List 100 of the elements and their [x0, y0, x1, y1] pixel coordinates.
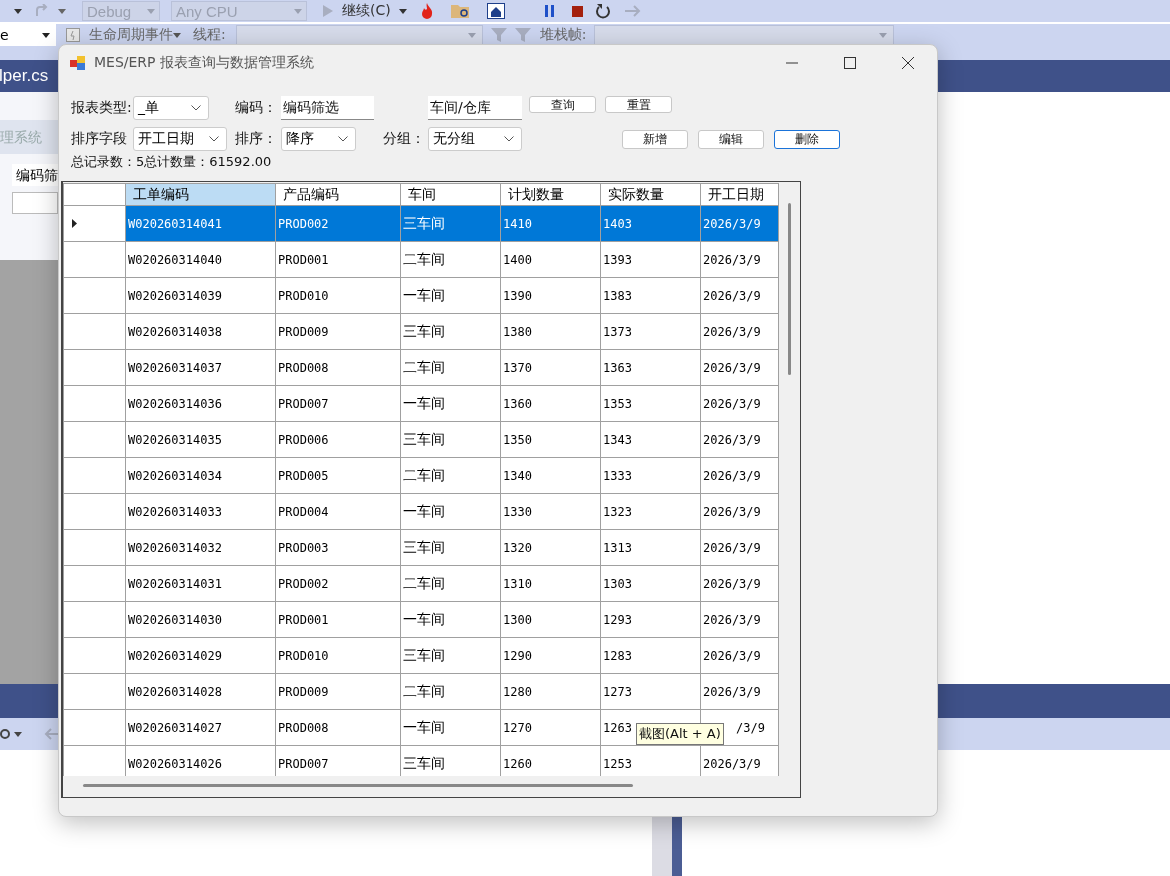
- column-header[interactable]: 工单编码: [125, 183, 276, 206]
- circle-icon[interactable]: [0, 729, 10, 739]
- button[interactable]: 查询: [529, 96, 596, 113]
- code-input[interactable]: 编码筛选: [281, 96, 374, 120]
- table-cell: 1270: [503, 720, 532, 735]
- table-cell: 一车间: [403, 286, 445, 303]
- chevron-down-icon[interactable]: [209, 136, 219, 142]
- table-cell: W020260314035: [128, 432, 222, 447]
- table-cell: PROD003: [278, 540, 329, 555]
- grouping-dropdown[interactable]: 无分组: [428, 127, 522, 151]
- flame-icon[interactable]: [420, 3, 433, 19]
- chevron-down-icon[interactable]: [504, 136, 514, 142]
- table-row[interactable]: W020260314036 PROD007 一车间 1360 1353 2026/3/9: [63, 385, 779, 422]
- table-row[interactable]: W020260314028 PROD009 二车间 1280 1273 2026/3/9: [63, 673, 779, 710]
- column-header[interactable]: 计划数量: [500, 183, 601, 206]
- continue-button[interactable]: 继续(C): [342, 2, 391, 20]
- input-field[interactable]: [12, 192, 58, 214]
- table-cell: 1300: [503, 612, 532, 627]
- caret-icon[interactable]: [14, 8, 22, 14]
- restart-icon[interactable]: [594, 3, 611, 19]
- field-label: 编码：: [235, 99, 278, 117]
- table-cell: PROD002: [278, 576, 329, 591]
- report-type-dropdown[interactable]: _单: [133, 96, 209, 120]
- table-cell: W020260314038: [128, 324, 222, 339]
- sort-field-dropdown[interactable]: 开工日期: [133, 127, 227, 151]
- table-row[interactable]: W020260314040 PROD001 二车间 1400 1393 2026/3/9: [63, 241, 779, 278]
- table-row[interactable]: W020260314026 PROD007 三车间 1260 1253 2026/3/9: [63, 745, 779, 776]
- table-cell: W020260314028: [128, 684, 222, 699]
- close-icon[interactable]: [902, 57, 914, 69]
- chevron-down-icon[interactable]: [191, 105, 201, 111]
- total-quantity: 总计数量：61592.00: [144, 153, 272, 171]
- table-cell: 1283: [603, 648, 632, 663]
- table-cell: 1263: [603, 720, 632, 735]
- document-tab[interactable]: lper.cs: [0, 66, 49, 86]
- caret-icon[interactable]: [58, 8, 66, 14]
- table-row[interactable]: W020260314033 PROD004 一车间 1330 1323 2026/3/9: [63, 493, 779, 530]
- table-cell: 二车间: [403, 250, 445, 267]
- stop-icon[interactable]: [571, 5, 583, 17]
- button[interactable]: 重置: [605, 96, 672, 113]
- lifecycle-events-button[interactable]: 生命周期事件: [89, 26, 173, 44]
- scrollbar-thumb[interactable]: [788, 203, 791, 375]
- table-cell: 1293: [603, 612, 632, 627]
- caret-icon[interactable]: [398, 8, 407, 14]
- table-row[interactable]: W020260314039 PROD010 一车间 1390 1383 2026/3/9: [63, 277, 779, 314]
- code-field[interactable]: 编码筛: [12, 164, 58, 186]
- table-cell: 1363: [603, 360, 632, 375]
- button[interactable]: 删除: [774, 129, 840, 149]
- column-header[interactable]: 开工日期: [700, 183, 779, 206]
- column-header[interactable]: 车间: [400, 183, 501, 206]
- table-cell: 2026/3/9: [703, 396, 761, 411]
- table-cell: PROD008: [278, 360, 329, 375]
- table-cell: 1280: [503, 684, 532, 699]
- table-cell: 1360: [503, 396, 532, 411]
- lifecycle-icon[interactable]: [66, 28, 80, 42]
- table-cell: PROD007: [278, 396, 329, 411]
- table-row[interactable]: W020260314037 PROD008 二车间 1370 1363 2026/3/9: [63, 349, 779, 386]
- table-row[interactable]: W020260314038 PROD009 三车间 1380 1373 2026/3/9: [63, 313, 779, 350]
- table-row[interactable]: W020260314029 PROD010 三车间 1290 1283 2026/3/9: [63, 637, 779, 674]
- button[interactable]: 新增: [622, 129, 688, 149]
- table-row[interactable]: W020260314032 PROD003 三车间 1320 1313 2026/3/9: [63, 529, 779, 566]
- caret-icon[interactable]: [14, 731, 22, 737]
- table-cell: 1253: [603, 756, 632, 771]
- table-row[interactable]: W020260314031 PROD002 二车间 1310 1303 2026/3/9: [63, 565, 779, 602]
- table-cell: PROD009: [278, 684, 329, 699]
- home-icon[interactable]: [486, 3, 505, 19]
- column-header[interactable]: 产品编码: [275, 183, 401, 206]
- table-row[interactable]: W020260314041 PROD002 三车间 1410 1403 2026/3/9: [63, 205, 779, 242]
- folder-search-icon[interactable]: [450, 3, 471, 19]
- table-cell: PROD008: [278, 720, 329, 735]
- caret-icon[interactable]: [173, 32, 181, 38]
- table-cell: PROD010: [278, 648, 329, 663]
- target-dropdown[interactable]: e: [0, 23, 56, 47]
- scrollbar-thumb[interactable]: [83, 784, 633, 787]
- button[interactable]: 编辑: [698, 129, 764, 149]
- table-cell: PROD005: [278, 468, 329, 483]
- workshop-input[interactable]: 车间/仓库: [428, 96, 522, 120]
- column-header[interactable]: 实际数量: [600, 183, 701, 206]
- table-cell: 1333: [603, 468, 632, 483]
- table-row[interactable]: W020260314034 PROD005 二车间 1340 1333 2026/3/9: [63, 457, 779, 494]
- table-row[interactable]: W020260314027 PROD008 一车间 1270 1263 截图(Alt + A) /3/9: [63, 709, 779, 746]
- table-row[interactable]: W020260314030 PROD001 一车间 1300 1293 2026/3/9: [63, 601, 779, 638]
- table-cell: W020260314037: [128, 360, 222, 375]
- table-cell: 1330: [503, 504, 532, 519]
- table-cell: 三车间: [403, 430, 445, 447]
- pause-icon[interactable]: [544, 5, 555, 17]
- table-cell: 1380: [503, 324, 532, 339]
- table-cell: 1390: [503, 288, 532, 303]
- sort-order-dropdown[interactable]: 降序: [281, 127, 356, 151]
- field-label: 排序：: [235, 130, 278, 148]
- table-cell: W020260314030: [128, 612, 222, 627]
- table-cell: 三车间: [403, 214, 445, 231]
- table-cell: 三车间: [403, 322, 445, 339]
- app-icon[interactable]: [70, 55, 86, 71]
- tooltip: 截图(Alt + A): [636, 723, 724, 745]
- table-cell: 1353: [603, 396, 632, 411]
- table-cell: 2026/3/9: [703, 684, 761, 699]
- table-row[interactable]: W020260314035 PROD006 三车间 1350 1343 2026/3/9: [63, 421, 779, 458]
- maximize-icon[interactable]: [844, 57, 856, 69]
- row-pointer-icon[interactable]: [72, 219, 77, 228]
- chevron-down-icon[interactable]: [338, 136, 348, 142]
